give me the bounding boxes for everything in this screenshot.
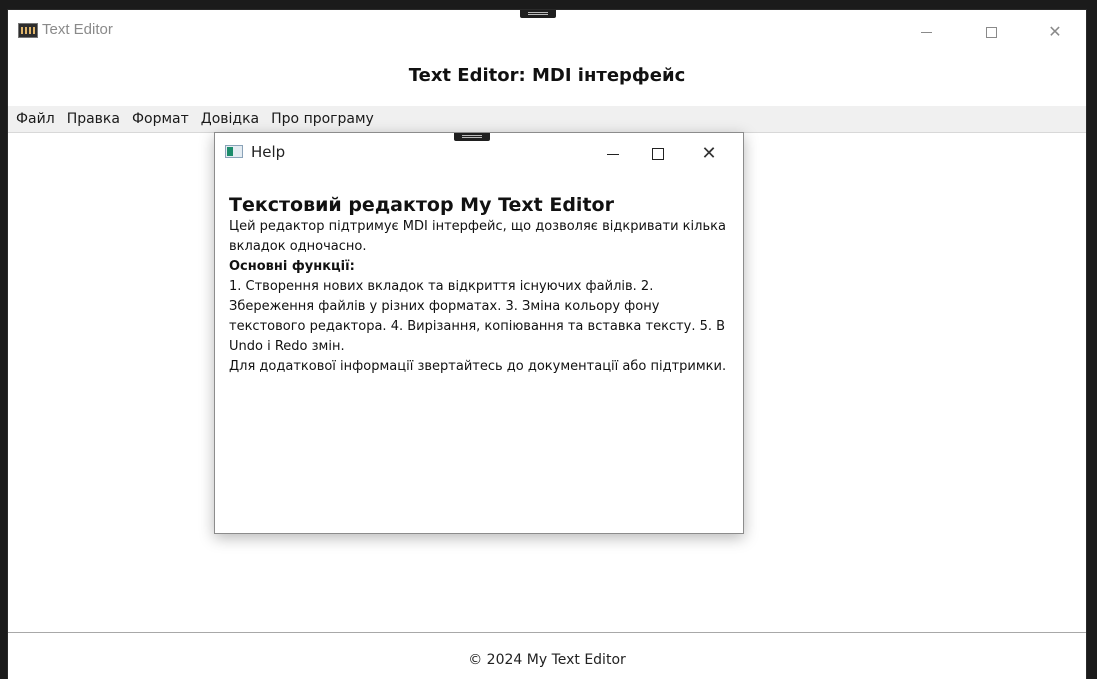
help-features-heading: Основні функції: — [229, 259, 355, 274]
help-heading: Текстовий редактор My Text Editor — [229, 194, 614, 216]
menu-item-format[interactable]: Формат — [126, 106, 195, 132]
close-icon: ✕ — [701, 143, 717, 164]
maximize-icon — [652, 148, 664, 160]
minimize-icon — [920, 32, 932, 33]
help-window-title: Help — [251, 143, 286, 161]
help-support-text: Для додаткової інформації звертайтесь до… — [229, 359, 727, 374]
footer-text: © 2024 My Text Editor — [468, 652, 626, 668]
window-title: Text Editor — [42, 21, 113, 38]
menu-bar: Файл Правка Формат Довідка Про програму — [8, 106, 1086, 133]
page-title: Text Editor: MDI інтерфейс — [408, 65, 686, 86]
menu-item-help[interactable]: Довідка — [195, 106, 265, 132]
close-icon: ✕ — [1048, 22, 1062, 41]
help-drag-handle-icon[interactable] — [454, 133, 490, 141]
help-title-bar[interactable]: Help ✕ — [215, 133, 743, 173]
minimize-button[interactable] — [903, 20, 949, 44]
help-intro: Цей редактор підтримує MDI інтерфейс, що… — [229, 219, 726, 254]
maximize-button[interactable] — [968, 20, 1014, 44]
menu-item-file[interactable]: Файл — [10, 106, 61, 132]
drag-handle-icon[interactable] — [520, 10, 556, 18]
menu-item-edit[interactable]: Правка — [61, 106, 126, 132]
help-maximize-button[interactable] — [638, 143, 678, 165]
desktop: Text Editor ✕ Text Editor: MDI інтерфейс… — [0, 0, 1097, 679]
help-close-button[interactable]: ✕ — [689, 143, 729, 165]
maximize-icon — [985, 27, 997, 38]
app-icon — [18, 23, 38, 38]
help-window: Help ✕ Текстовий редактор My Text Editor… — [214, 132, 744, 534]
menu-item-about[interactable]: Про програму — [265, 106, 380, 132]
close-button[interactable]: ✕ — [1032, 20, 1078, 44]
title-bar[interactable]: Text Editor ✕ — [8, 10, 1086, 52]
help-window-icon — [225, 145, 243, 158]
help-content: Текстовий редактор My Text Editor Цей ре… — [229, 193, 734, 377]
minimize-icon — [607, 153, 619, 155]
help-features-text: 1. Створення нових вкладок та відкриття … — [229, 279, 726, 354]
footer: © 2024 My Text Editor — [8, 633, 1086, 679]
help-minimize-button[interactable] — [593, 143, 633, 165]
